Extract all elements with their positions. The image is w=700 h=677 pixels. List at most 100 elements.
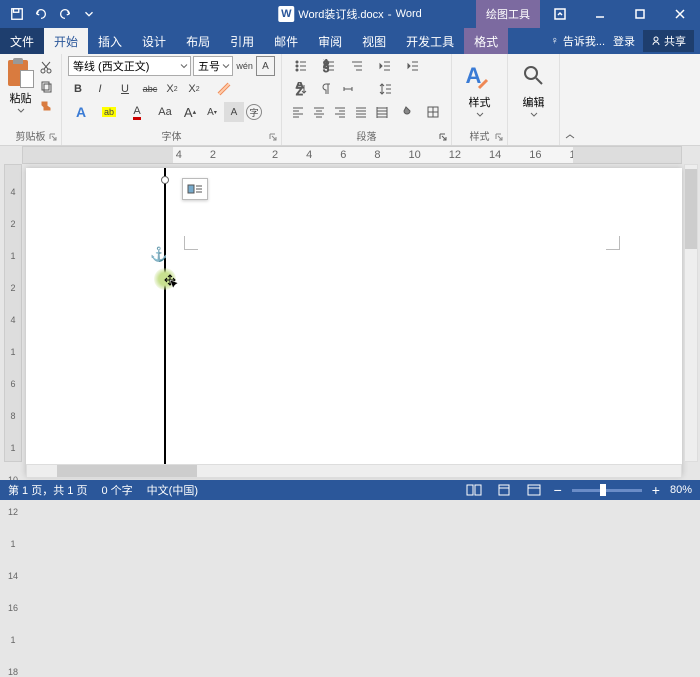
multilevel-button[interactable] — [344, 56, 370, 76]
cut-button[interactable] — [37, 58, 55, 76]
status-lang[interactable]: 中文(中国) — [147, 482, 198, 498]
borders-button[interactable] — [420, 102, 445, 122]
horizontal-scrollbar[interactable] — [26, 464, 682, 478]
editing-button[interactable]: 编辑 — [514, 56, 553, 121]
zoom-slider[interactable] — [572, 489, 642, 492]
tab-file[interactable]: 文件 — [0, 28, 44, 54]
qat-customize[interactable] — [78, 3, 100, 25]
anchor-icon: ⚓ — [150, 246, 167, 263]
shading-button[interactable] — [393, 102, 418, 122]
view-read-button[interactable] — [464, 482, 484, 498]
close-button[interactable] — [660, 0, 700, 28]
numbering-button[interactable]: 123 — [316, 56, 342, 76]
ribbon-display-options[interactable] — [540, 0, 580, 28]
view-web-button[interactable] — [524, 482, 544, 498]
hscroll-thumb[interactable] — [57, 465, 197, 477]
tab-mailings[interactable]: 邮件 — [264, 28, 308, 54]
collapse-ribbon-button[interactable] — [560, 54, 580, 145]
align-left-button[interactable] — [288, 102, 307, 122]
sort-button[interactable]: AZ — [288, 79, 314, 99]
maximize-button[interactable] — [620, 0, 660, 28]
document-page[interactable]: ⚓ — [26, 168, 682, 476]
shrink-font-button[interactable]: A▾ — [202, 102, 222, 122]
char-shading-button[interactable]: A — [224, 102, 244, 122]
status-page[interactable]: 第 1 页，共 1 页 — [8, 482, 87, 498]
mouse-cursor — [154, 268, 176, 290]
svg-text:Z: Z — [296, 86, 303, 96]
change-case-button[interactable]: Aa — [152, 102, 178, 122]
qat-save[interactable] — [6, 3, 28, 25]
align-center-button[interactable] — [309, 102, 328, 122]
bullets-button[interactable] — [288, 56, 314, 76]
superscript-button[interactable]: X2 — [184, 79, 204, 99]
font-launcher[interactable] — [267, 131, 279, 143]
vertical-scrollbar[interactable] — [684, 164, 698, 462]
char-scale-button[interactable] — [338, 79, 358, 99]
clear-format-button[interactable] — [214, 79, 234, 99]
view-print-button[interactable] — [494, 482, 514, 498]
share-button[interactable]: 共享 — [643, 30, 694, 52]
font-color-button[interactable]: A — [124, 102, 150, 122]
clipboard-launcher[interactable] — [47, 131, 59, 143]
tab-format[interactable]: 格式 — [464, 28, 508, 54]
styles-launcher[interactable] — [493, 131, 505, 143]
tab-review[interactable]: 审阅 — [308, 28, 352, 54]
enclose-char-button[interactable]: 字 — [246, 104, 262, 120]
increase-indent-button[interactable] — [400, 56, 426, 76]
tab-home[interactable]: 开始 — [44, 28, 88, 54]
paste-icon — [8, 58, 34, 88]
styles-button[interactable]: A 样式 — [458, 56, 501, 121]
vscroll-thumb[interactable] — [685, 169, 697, 249]
align-justify-button[interactable] — [351, 102, 370, 122]
underline-button[interactable]: U — [112, 79, 138, 99]
tab-developer[interactable]: 开发工具 — [396, 28, 464, 54]
group-font: 等线 (西文正文) 五号 wén A B I U abc X2 X2 A ab … — [62, 54, 282, 145]
vertical-ruler[interactable]: 421241681101211416118 — [4, 164, 22, 462]
highlight-button[interactable]: ab — [96, 102, 122, 122]
tab-references[interactable]: 引用 — [220, 28, 264, 54]
shape-handle-top[interactable] — [161, 176, 169, 184]
paste-label: 粘贴 — [10, 90, 32, 106]
signin-link[interactable]: 登录 — [613, 33, 635, 49]
show-marks-button[interactable] — [316, 79, 336, 99]
grow-font-button[interactable]: A▴ — [180, 102, 200, 122]
minimize-button[interactable] — [580, 0, 620, 28]
char-border-button[interactable]: A — [256, 56, 275, 76]
qat-redo[interactable] — [54, 3, 76, 25]
contextual-tab-label: 绘图工具 — [476, 0, 540, 28]
zoom-level[interactable]: 80% — [670, 484, 692, 496]
status-words[interactable]: 0 个字 — [101, 482, 132, 498]
zoom-in-button[interactable]: + — [652, 482, 660, 498]
group-clipboard: 粘贴 剪贴板 — [0, 54, 62, 145]
phonetic-button[interactable]: wén — [235, 56, 254, 76]
tab-design[interactable]: 设计 — [132, 28, 176, 54]
font-size-combo[interactable]: 五号 — [193, 56, 233, 76]
binding-line-shape[interactable] — [164, 168, 166, 476]
align-distributed-button[interactable] — [372, 102, 391, 122]
line-spacing-button[interactable] — [372, 79, 398, 99]
tab-layout[interactable]: 布局 — [176, 28, 220, 54]
decrease-indent-button[interactable] — [372, 56, 398, 76]
layout-options-button[interactable] — [182, 178, 208, 200]
format-painter-button[interactable] — [37, 98, 55, 116]
group-styles: A 样式 样式 — [452, 54, 508, 145]
qat-undo[interactable] — [30, 3, 52, 25]
tab-view[interactable]: 视图 — [352, 28, 396, 54]
strike-button[interactable]: abc — [140, 79, 160, 99]
horizontal-ruler[interactable]: L210864224681012141618202224262830L43638… — [22, 146, 682, 164]
paste-button[interactable]: 粘贴 — [6, 56, 35, 116]
tell-me[interactable]: ♀ 告诉我... — [551, 33, 605, 49]
zoom-out-button[interactable]: − — [554, 482, 562, 498]
italic-button[interactable]: I — [90, 79, 110, 99]
bold-button[interactable]: B — [68, 79, 88, 99]
copy-button[interactable] — [37, 78, 55, 96]
align-right-button[interactable] — [330, 102, 349, 122]
font-name-combo[interactable]: 等线 (西文正文) — [68, 56, 191, 76]
subscript-button[interactable]: X2 — [162, 79, 182, 99]
paragraph-launcher[interactable] — [437, 131, 449, 143]
styles-label: 样式 — [469, 94, 491, 110]
status-bar: 第 1 页，共 1 页 0 个字 中文(中国) − + 80% — [0, 480, 700, 500]
text-effects-button[interactable]: A — [68, 102, 94, 122]
tab-insert[interactable]: 插入 — [88, 28, 132, 54]
group-label-font: 字体 — [62, 126, 281, 145]
